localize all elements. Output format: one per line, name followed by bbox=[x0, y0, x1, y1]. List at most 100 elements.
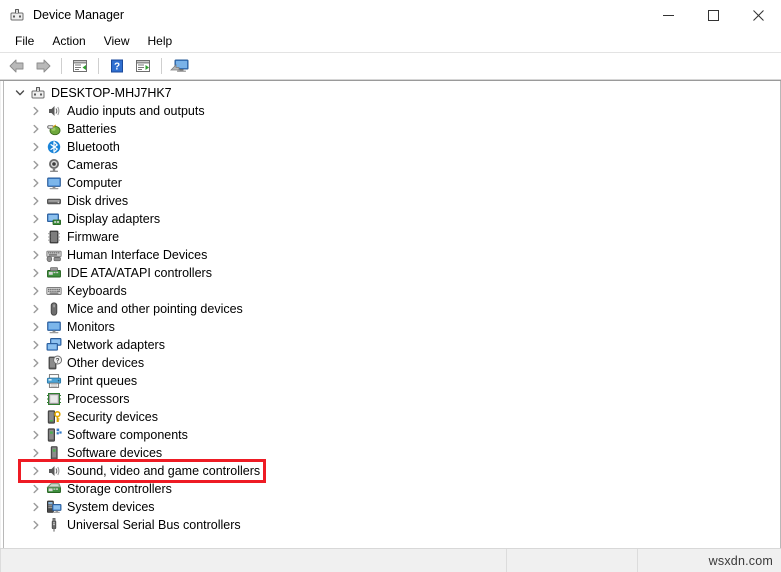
tree-item-other-devices[interactable]: ? Other devices bbox=[4, 354, 780, 372]
chevron-right-icon[interactable] bbox=[31, 124, 41, 134]
chevron-right-icon[interactable] bbox=[31, 466, 41, 476]
tree-item-label: Mice and other pointing devices bbox=[67, 302, 243, 316]
tree-root-node[interactable]: DESKTOP-MHJ7HK7 bbox=[4, 84, 780, 102]
status-bar-message bbox=[0, 549, 506, 572]
chevron-right-icon[interactable] bbox=[31, 250, 41, 260]
tree-item-batteries[interactable]: Batteries bbox=[4, 120, 780, 138]
expander[interactable] bbox=[28, 106, 44, 116]
expander[interactable] bbox=[28, 196, 44, 206]
forward-button[interactable] bbox=[31, 55, 55, 77]
chevron-right-icon[interactable] bbox=[31, 502, 41, 512]
hid-icon bbox=[46, 250, 62, 262]
chevron-right-icon[interactable] bbox=[31, 286, 41, 296]
menu-view[interactable]: View bbox=[95, 32, 139, 50]
tree-item-ide-ata-atapi-controllers[interactable]: IDE ATA/ATAPI controllers bbox=[4, 264, 780, 282]
chevron-right-icon[interactable] bbox=[31, 304, 41, 314]
expander[interactable] bbox=[28, 142, 44, 152]
tree-item-software-devices[interactable]: Software devices bbox=[4, 444, 780, 462]
expander[interactable] bbox=[28, 394, 44, 404]
chevron-right-icon[interactable] bbox=[31, 520, 41, 530]
tree-item-system-devices[interactable]: System devices bbox=[4, 498, 780, 516]
chevron-right-icon[interactable] bbox=[31, 376, 41, 386]
expander[interactable] bbox=[28, 322, 44, 332]
tree-item-sound-video-and-game-controllers[interactable]: Sound, video and game controllers bbox=[4, 462, 780, 480]
expander[interactable] bbox=[28, 286, 44, 296]
tree-item-cameras[interactable]: Cameras bbox=[4, 156, 780, 174]
chevron-right-icon[interactable] bbox=[31, 232, 41, 242]
tree-item-network-adapters[interactable]: Network adapters bbox=[4, 336, 780, 354]
expander[interactable] bbox=[28, 412, 44, 422]
expander[interactable] bbox=[28, 340, 44, 350]
svg-text:?: ? bbox=[56, 358, 60, 365]
expander[interactable] bbox=[28, 304, 44, 314]
chevron-right-icon[interactable] bbox=[31, 484, 41, 494]
tree-item-firmware[interactable]: Firmware bbox=[4, 228, 780, 246]
chevron-right-icon[interactable] bbox=[31, 196, 41, 206]
tree-item-display-adapters[interactable]: Display adapters bbox=[4, 210, 780, 228]
back-button[interactable] bbox=[5, 55, 29, 77]
expander[interactable] bbox=[28, 466, 44, 476]
help-button[interactable]: ? bbox=[105, 55, 129, 77]
tree-item-label: System devices bbox=[67, 500, 155, 514]
device-manager-window: Device Manager File Action View Help ? D… bbox=[0, 0, 781, 572]
tree-item-human-interface-devices[interactable]: Human Interface Devices bbox=[4, 246, 780, 264]
chevron-right-icon[interactable] bbox=[31, 178, 41, 188]
tree-item-mice-and-other-pointing-devices[interactable]: Mice and other pointing devices bbox=[4, 300, 780, 318]
expander[interactable] bbox=[28, 232, 44, 242]
menu-file[interactable]: File bbox=[6, 32, 43, 50]
chevron-right-icon[interactable] bbox=[31, 412, 41, 422]
expander[interactable] bbox=[28, 160, 44, 170]
expander[interactable] bbox=[28, 448, 44, 458]
expander[interactable] bbox=[28, 124, 44, 134]
expander[interactable] bbox=[28, 214, 44, 224]
chevron-down-icon[interactable] bbox=[15, 88, 25, 98]
chevron-right-icon[interactable] bbox=[31, 142, 41, 152]
tree-item-security-devices[interactable]: Security devices bbox=[4, 408, 780, 426]
properties-button[interactable] bbox=[68, 55, 92, 77]
tree-item-computer[interactable]: Computer bbox=[4, 174, 780, 192]
expander[interactable] bbox=[28, 376, 44, 386]
tree-item-label: Cameras bbox=[67, 158, 118, 172]
chevron-right-icon[interactable] bbox=[31, 322, 41, 332]
expander[interactable] bbox=[28, 502, 44, 512]
root-expander[interactable] bbox=[12, 88, 28, 98]
chevron-right-icon[interactable] bbox=[31, 106, 41, 116]
maximize-button[interactable] bbox=[691, 0, 736, 30]
chevron-right-icon[interactable] bbox=[31, 358, 41, 368]
tree-item-storage-controllers[interactable]: Storage controllers bbox=[4, 480, 780, 498]
tree-item-audio-inputs-and-outputs[interactable]: Audio inputs and outputs bbox=[4, 102, 780, 120]
tree-item-disk-drives[interactable]: Disk drives bbox=[4, 192, 780, 210]
tree-item-processors[interactable]: Processors bbox=[4, 390, 780, 408]
tree-item-universal-serial-bus-controllers[interactable]: Universal Serial Bus controllers bbox=[4, 516, 780, 534]
menu-help[interactable]: Help bbox=[139, 32, 182, 50]
close-button[interactable] bbox=[736, 0, 781, 30]
chevron-right-icon[interactable] bbox=[31, 268, 41, 278]
monitor-icon bbox=[44, 319, 64, 335]
title-bar-left: Device Manager bbox=[0, 7, 646, 23]
expander[interactable] bbox=[28, 520, 44, 530]
expander[interactable] bbox=[28, 484, 44, 494]
expander[interactable] bbox=[28, 268, 44, 278]
scan-hardware-changes-button[interactable] bbox=[168, 55, 192, 77]
title-bar: Device Manager bbox=[0, 0, 781, 30]
tree-item-keyboards[interactable]: Keyboards bbox=[4, 282, 780, 300]
chevron-right-icon[interactable] bbox=[31, 394, 41, 404]
chevron-right-icon[interactable] bbox=[31, 448, 41, 458]
tree-item-label: Computer bbox=[67, 176, 122, 190]
menu-action[interactable]: Action bbox=[43, 32, 94, 50]
expander[interactable] bbox=[28, 250, 44, 260]
tree-item-bluetooth[interactable]: Bluetooth bbox=[4, 138, 780, 156]
tree-item-monitors[interactable]: Monitors bbox=[4, 318, 780, 336]
chevron-right-icon[interactable] bbox=[31, 430, 41, 440]
minimize-button[interactable] bbox=[646, 0, 691, 30]
chevron-right-icon[interactable] bbox=[31, 214, 41, 224]
chevron-right-icon[interactable] bbox=[31, 340, 41, 350]
expander[interactable] bbox=[28, 430, 44, 440]
tree-item-software-components[interactable]: Software components bbox=[4, 426, 780, 444]
device-tree[interactable]: DESKTOP-MHJ7HK7 Audio inputs and outputs B… bbox=[4, 81, 781, 548]
expander[interactable] bbox=[28, 178, 44, 188]
chevron-right-icon[interactable] bbox=[31, 160, 41, 170]
update-driver-button[interactable] bbox=[131, 55, 155, 77]
expander[interactable] bbox=[28, 358, 44, 368]
tree-item-print-queues[interactable]: Print queues bbox=[4, 372, 780, 390]
